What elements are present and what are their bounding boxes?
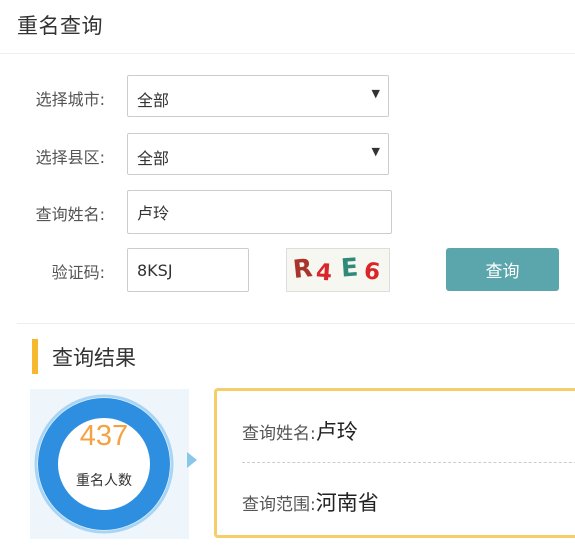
captcha-input[interactable] <box>127 248 249 292</box>
duplicate-count: 437 <box>79 420 129 452</box>
county-select[interactable]: 全部 ▼ <box>127 133 389 175</box>
caret-down-icon: ▼ <box>371 87 380 100</box>
result-info-card: 查询姓名:卢玲 查询范围:河南省 <box>214 388 575 538</box>
count-ring <box>34 394 174 534</box>
page: 重名查询 选择城市: 全部 ▼ 选择县区: 全部 ▼ 查询姓名: 验证码: R … <box>0 0 575 554</box>
result-range-row: 查询范围:河南省 <box>242 487 379 517</box>
city-select[interactable]: 全部 ▼ <box>127 75 389 117</box>
captcha-image[interactable]: R 4 E 6 <box>286 248 390 292</box>
page-title: 重名查询 <box>17 14 103 38</box>
section-accent-bar <box>32 339 38 374</box>
section-divider <box>17 323 575 324</box>
name-label: 查询姓名: <box>35 205 105 224</box>
result-name-key: 查询姓名: <box>242 424 316 444</box>
header-divider <box>0 53 575 54</box>
county-label: 选择县区: <box>35 148 105 167</box>
captcha-char: E <box>340 252 360 283</box>
city-select-value: 全部 <box>137 91 170 110</box>
caret-down-icon: ▼ <box>371 145 380 158</box>
info-divider <box>242 462 575 463</box>
result-range-value: 河南省 <box>315 491 379 515</box>
captcha-char: 4 <box>315 259 333 287</box>
name-input[interactable] <box>127 190 392 234</box>
result-name-row: 查询姓名:卢玲 <box>242 416 358 446</box>
duplicate-count-label: 重名人数 <box>76 473 132 489</box>
result-name-value: 卢玲 <box>315 420 358 444</box>
city-label: 选择城市: <box>35 90 105 109</box>
pointer-arrow-icon <box>187 452 197 468</box>
captcha-label: 验证码: <box>51 263 105 282</box>
captcha-char: 6 <box>362 258 382 286</box>
result-section-title: 查询结果 <box>52 346 136 370</box>
result-range-key: 查询范围: <box>242 495 316 515</box>
county-select-value: 全部 <box>137 149 170 168</box>
captcha-char: R <box>291 253 314 284</box>
query-button[interactable]: 查询 <box>446 248 559 291</box>
